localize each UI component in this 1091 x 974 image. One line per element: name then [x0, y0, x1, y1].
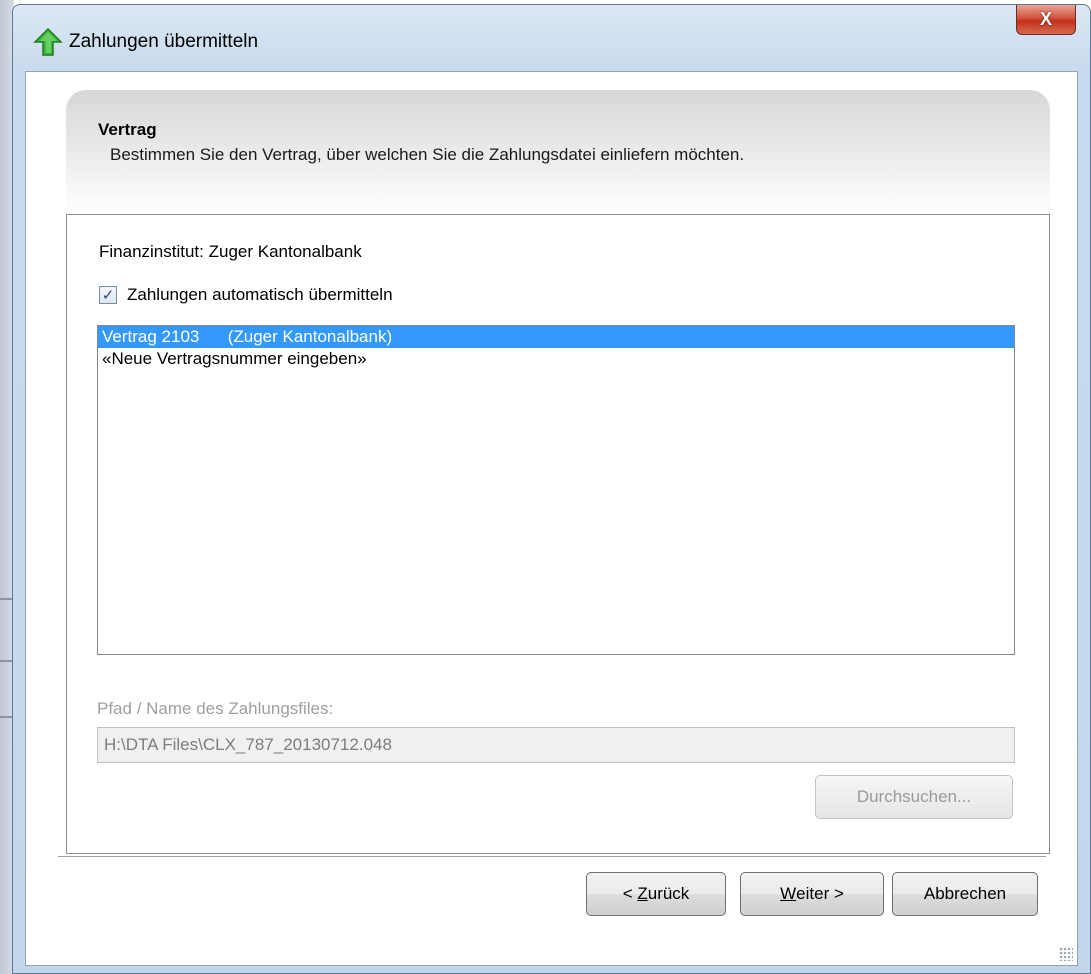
list-item-new-contract[interactable]: «Neue Vertragsnummer eingeben» — [98, 348, 1014, 370]
close-button[interactable]: X — [1016, 5, 1076, 35]
auto-transmit-label[interactable]: Zahlungen automatisch übermitteln — [127, 285, 393, 305]
back-button-accel: Z — [637, 884, 648, 903]
green-up-arrow-icon — [33, 27, 63, 56]
browse-button: Durchsuchen... — [815, 775, 1013, 819]
wizard-header: Vertrag Bestimmen Sie den Vertrag, über … — [66, 90, 1050, 214]
auto-transmit-checkbox[interactable]: ✓ — [99, 286, 117, 304]
finanzinstitut-label: Finanzinstitut: Zuger Kantonalbank — [99, 242, 362, 261]
back-button-rest: urück — [647, 884, 690, 903]
auto-transmit-row[interactable]: ✓ Zahlungen automatisch übermitteln — [99, 285, 393, 305]
wizard-content: Finanzinstitut: Zuger Kantonalbank ✓ Zah… — [66, 214, 1050, 854]
title-bar[interactable]: Zahlungen übermitteln X — [13, 5, 1090, 71]
next-button-rest: eiter > — [796, 884, 844, 903]
list-item-contract-2103[interactable]: Vertrag 2103 (Zuger Kantonalbank) — [98, 326, 1014, 348]
back-button-prefix: < — [622, 884, 638, 903]
contract-listbox[interactable]: Vertrag 2103 (Zuger Kantonalbank) «Neue … — [97, 325, 1015, 655]
step-description: Bestimmen Sie den Vertrag, über welchen … — [110, 145, 745, 164]
window-title: Zahlungen übermitteln — [69, 31, 259, 52]
payment-file-path-input: H:\DTA Files\CLX_787_20130712.048 — [97, 727, 1015, 763]
next-button[interactable]: Weiter > — [740, 872, 884, 916]
checkmark-icon: ✓ — [101, 287, 115, 304]
dialog-window: Zahlungen übermitteln X Vertrag Bestimme… — [12, 4, 1091, 974]
resize-grip-icon[interactable] — [1059, 947, 1073, 961]
next-button-accel: W — [780, 884, 797, 903]
close-icon: X — [1039, 9, 1052, 29]
cancel-button[interactable]: Abbrechen — [892, 872, 1038, 916]
step-title: Vertrag — [98, 120, 157, 139]
back-button[interactable]: < Zurück — [586, 872, 726, 916]
payment-file-path-label: Pfad / Name des Zahlungsfiles: — [97, 699, 334, 718]
button-separator — [58, 856, 1046, 858]
wizard-client-area: Vertrag Bestimmen Sie den Vertrag, über … — [25, 71, 1078, 966]
